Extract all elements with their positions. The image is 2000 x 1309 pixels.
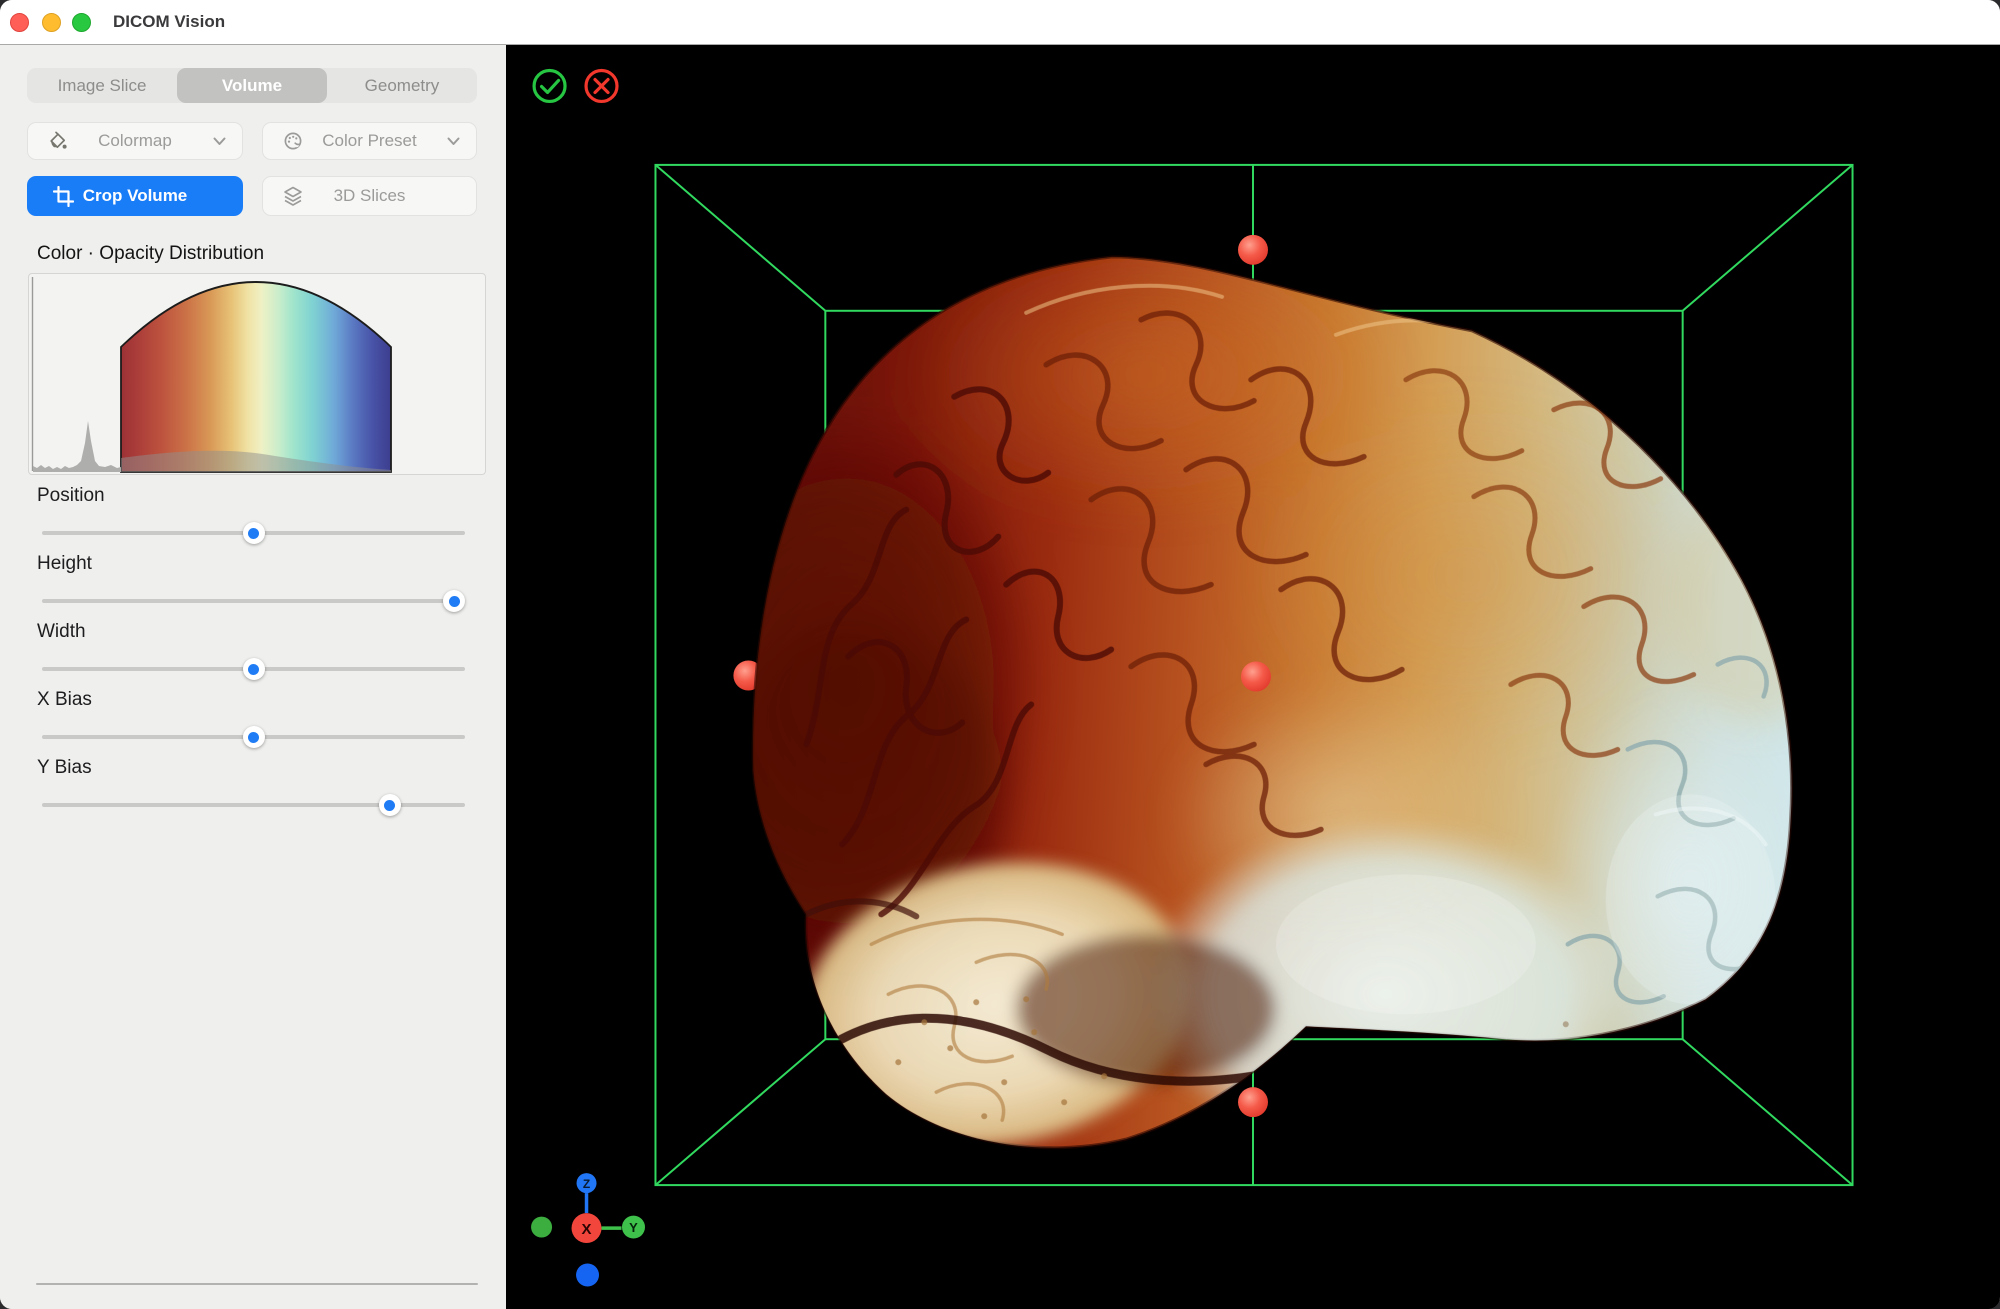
tab-volume[interactable]: Volume	[177, 68, 327, 103]
title-bar: DICOM Vision	[0, 0, 2000, 45]
slider-row-position: Position	[27, 485, 477, 545]
axis-neg-y-ball[interactable]	[531, 1217, 552, 1238]
distribution-title: Color · Opacity Distribution	[37, 243, 264, 265]
close-window-button[interactable]	[10, 13, 29, 32]
paint-bucket-icon	[48, 131, 68, 151]
position-slider[interactable]	[42, 531, 465, 535]
slider-thumb[interactable]	[443, 590, 465, 612]
color-opacity-distribution-widget[interactable]	[28, 273, 486, 475]
slider-label: X Bias	[37, 689, 92, 711]
window-title: DICOM Vision	[113, 0, 225, 44]
slices-3d-label: 3D Slices	[334, 186, 406, 206]
color-preset-dropdown[interactable]: Color Preset	[262, 122, 477, 160]
volume-render-scene[interactable]: Z X Y	[506, 45, 2000, 1309]
tab-geometry[interactable]: Geometry	[327, 68, 477, 103]
slider-row-height: Height	[27, 553, 477, 613]
slider-row-x-bias: X Bias	[27, 689, 477, 749]
slider-label: Position	[37, 485, 105, 507]
x-bias-slider[interactable]	[42, 735, 465, 739]
slider-row-y-bias: Y Bias	[27, 757, 477, 817]
app-window: DICOM Vision Image Slice Volume Geometry…	[0, 0, 2000, 1309]
layers-icon	[283, 186, 303, 206]
intensity-histogram	[33, 421, 121, 472]
slider-row-width: Width	[27, 621, 477, 681]
color-preset-label: Color Preset	[322, 131, 416, 151]
slices-3d-button[interactable]: 3D Slices	[262, 176, 477, 216]
opacity-transfer-shape[interactable]	[121, 282, 391, 472]
crop-volume-button[interactable]: Crop Volume	[27, 176, 243, 216]
slider-thumb[interactable]	[379, 794, 401, 816]
transfer-function-plot	[29, 274, 485, 474]
palette-icon	[283, 131, 303, 151]
colormap-dropdown[interactable]: Colormap	[27, 122, 243, 160]
y-bias-slider[interactable]	[42, 803, 465, 807]
slider-label: Width	[37, 621, 86, 643]
minimize-window-button[interactable]	[42, 13, 61, 32]
sidebar-divider	[36, 1283, 478, 1285]
axis-x-label: X	[582, 1221, 592, 1238]
crop-icon	[53, 186, 74, 207]
crop-handle-bottom[interactable]	[1238, 1087, 1268, 1117]
slider-label: Height	[37, 553, 92, 575]
crop-volume-label: Crop Volume	[83, 186, 188, 206]
axis-z-label: Z	[583, 1177, 590, 1191]
width-slider[interactable]	[42, 667, 465, 671]
axis-neg-z-ball[interactable]	[576, 1264, 599, 1287]
slider-label: Y Bias	[37, 757, 92, 779]
height-slider[interactable]	[42, 599, 465, 603]
zoom-window-button[interactable]	[72, 13, 91, 32]
slider-thumb[interactable]	[243, 658, 265, 680]
crop-handle-top[interactable]	[1238, 235, 1268, 265]
tab-image-slice[interactable]: Image Slice	[27, 68, 177, 103]
sidebar: Image Slice Volume Geometry Colormap	[0, 45, 506, 1309]
render-viewport[interactable]: Z X Y	[506, 45, 2000, 1309]
chevron-down-icon	[447, 137, 460, 146]
colormap-label: Colormap	[98, 131, 172, 151]
mode-tabs: Image Slice Volume Geometry	[27, 68, 477, 103]
slider-thumb[interactable]	[243, 726, 265, 748]
axis-y-label: Y	[629, 1220, 638, 1235]
slider-thumb[interactable]	[243, 522, 265, 544]
crop-handle-center[interactable]	[1241, 662, 1271, 692]
chevron-down-icon	[213, 137, 226, 146]
